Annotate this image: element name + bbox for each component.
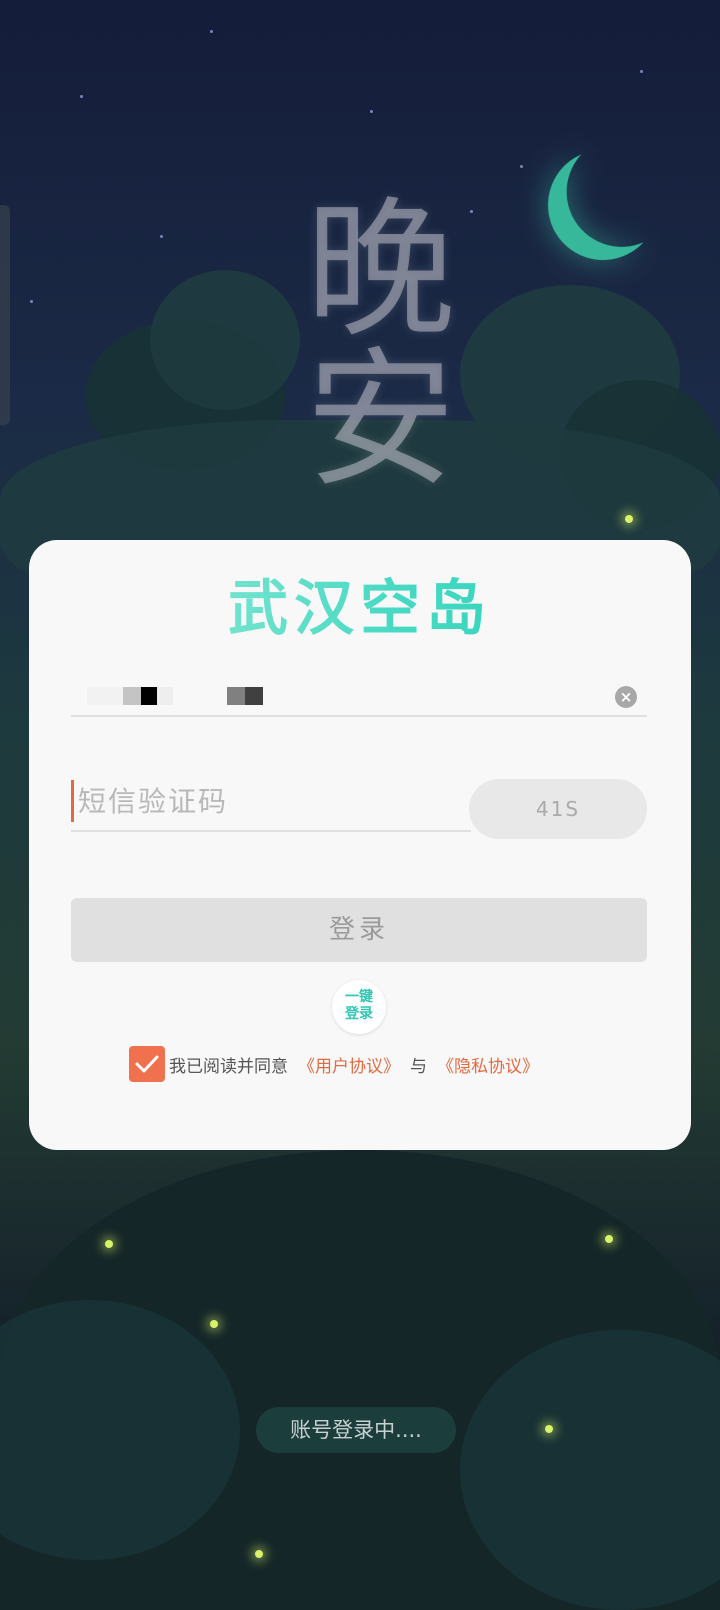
one-key-login-button[interactable]: 一键 登录 [332, 980, 386, 1034]
user-agreement-link[interactable]: 《用户协议》 [298, 1052, 400, 1077]
login-card: 武汉空岛 × 41S 登录 一键 登录 我已阅读并同意 《 [29, 540, 691, 1150]
phone-field[interactable]: × [71, 665, 647, 717]
login-status-text: 账号登录中.... [256, 1407, 456, 1453]
agreement-text: 我已阅读并同意 [169, 1056, 288, 1077]
clear-icon[interactable]: × [615, 686, 637, 708]
side-drag-handle[interactable] [0, 205, 10, 425]
login-button[interactable]: 登录 [71, 898, 647, 962]
sms-code-field [71, 774, 471, 832]
resend-countdown-button[interactable]: 41S [469, 779, 647, 839]
moon-icon [533, 135, 674, 276]
sms-code-input[interactable] [71, 780, 470, 822]
one-key-label-1: 一键 [345, 989, 373, 1005]
phone-number-masked [87, 687, 267, 705]
agreement-connector: 与 [410, 1056, 427, 1077]
brand-title: 武汉空岛 [29, 560, 691, 647]
agreement-row: 我已阅读并同意 《用户协议》 与 《隐私协议》 [129, 1044, 539, 1084]
one-key-label-2: 登录 [345, 1006, 373, 1022]
privacy-policy-link[interactable]: 《隐私协议》 [437, 1052, 539, 1077]
night-title: 晚安 [280, 190, 454, 490]
agreement-checkbox[interactable] [129, 1046, 165, 1082]
checkmark-icon [135, 1055, 159, 1073]
